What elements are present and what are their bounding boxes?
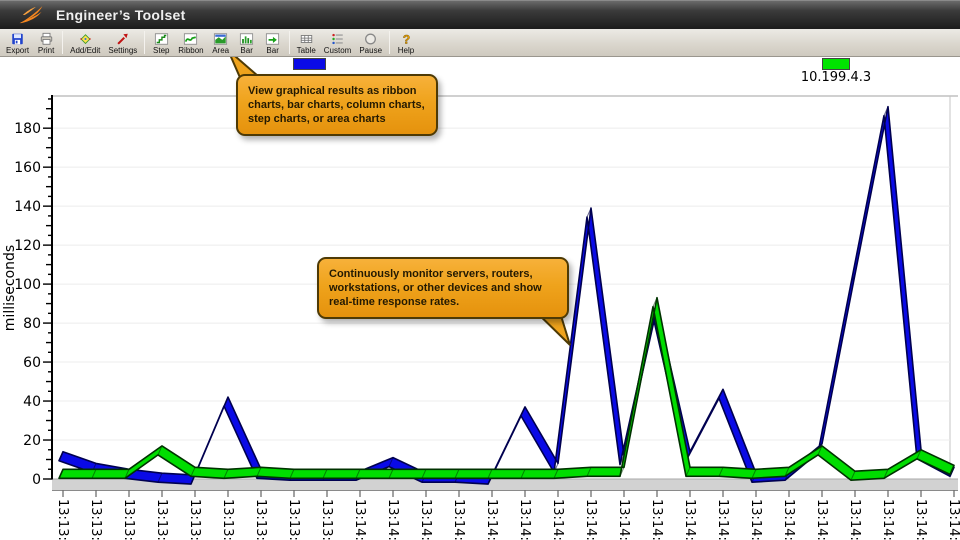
svg-text:40: 40 — [23, 394, 41, 410]
toolbar-button-bar[interactable]: Bar — [234, 29, 260, 56]
svg-text:13:14:24: 13:14:24 — [649, 499, 664, 540]
svg-text:13:14:34: 13:14:34 — [781, 499, 796, 540]
callout-text: View graphical results as ribbon charts,… — [248, 85, 425, 125]
addedit-icon — [78, 32, 93, 46]
svg-text:13:13:47: 13:13:47 — [154, 499, 169, 540]
toolbar-button-label: Ribbon — [178, 45, 204, 55]
svg-text:13:13:42: 13:13:42 — [88, 499, 103, 540]
x-axis: 13:13:39 13:13:42 13:13:44 13:13:47 13:13:49… — [55, 490, 960, 540]
svg-text:13:14:47: 13:14:47 — [946, 499, 960, 540]
toolbar-separator — [62, 31, 64, 54]
toolbar-button-label: Area — [212, 45, 230, 55]
svg-text:13:14:44: 13:14:44 — [913, 499, 928, 540]
svg-text:13:13:49: 13:13:49 — [187, 499, 202, 540]
custom-icon — [330, 32, 345, 46]
toolbar-button-label: Add/Edit — [70, 45, 101, 55]
toolbar-button-label: Step — [153, 45, 170, 55]
toolbar-button-addedit[interactable]: Add/Edit — [66, 29, 104, 56]
svg-text:13:13:54: 13:13:54 — [253, 499, 268, 540]
svg-text:60: 60 — [23, 355, 41, 371]
svg-text:13:14:14: 13:14:14 — [517, 499, 532, 540]
svg-text:13:14:32: 13:14:32 — [748, 499, 763, 540]
toolbar-button-label: Table — [296, 45, 316, 55]
toolbar-button-label: Export — [6, 45, 30, 55]
svg-text:140: 140 — [14, 199, 41, 215]
svg-text:13:14:29: 13:14:29 — [715, 499, 730, 540]
svg-text:120: 120 — [14, 238, 41, 254]
callout-text: Continuously monitor servers, routers, w… — [329, 268, 542, 308]
toolbar-separator — [144, 31, 146, 54]
svg-text:13:14:27: 13:14:27 — [682, 499, 697, 540]
svg-text:13:13:39: 13:13:39 — [55, 499, 70, 540]
svg-text:13:14:07: 13:14:07 — [418, 499, 433, 540]
callout-ribbon-tip: View graphical results as ribbon charts,… — [236, 74, 438, 136]
toolbar-button-label: Bar — [266, 45, 279, 55]
solarwinds-logo-icon — [19, 6, 43, 24]
table-icon — [299, 32, 314, 46]
toolbar-button-label: Bar — [240, 45, 253, 55]
toolbar-button-area[interactable]: Area — [208, 29, 234, 56]
svg-text:80: 80 — [23, 316, 41, 332]
y-axis-title: milliseconds — [2, 245, 18, 331]
toolbar-separator — [389, 31, 391, 54]
toolbar-button-step[interactable]: Step — [148, 29, 174, 56]
toolbar-button-settings[interactable]: Settings — [104, 29, 141, 56]
svg-text:13:14:12: 13:14:12 — [484, 499, 499, 540]
toolbar-button-label: Print — [37, 45, 55, 55]
print-icon — [39, 32, 54, 46]
svg-text:0: 0 — [32, 472, 41, 488]
toolbar-button-label: Help — [397, 45, 415, 55]
svg-text:13:14:19: 13:14:19 — [583, 499, 598, 540]
svg-text:13:13:52: 13:13:52 — [220, 499, 235, 540]
callout-monitor-tip: Continuously monitor servers, routers, w… — [317, 257, 569, 319]
y-axis: 0 20 40 60 80 100 120 140 160 180 milliseconds — [2, 95, 53, 488]
area-icon — [213, 32, 228, 46]
toolbar-button-table[interactable]: Table — [293, 29, 320, 56]
toolbar-button-label: Pause — [359, 45, 383, 55]
svg-text:13:14:39: 13:14:39 — [847, 499, 862, 540]
legend-label: 10.199.4.3 — [800, 70, 872, 85]
toolbar-button-bar2[interactable]: Bar — [260, 29, 286, 56]
toolbar-button-help[interactable]: ? Help — [393, 29, 419, 56]
ribbon-icon — [183, 32, 198, 46]
toolbar: Export Print Add/Edit Settings Step Ribbon Are… — [0, 29, 960, 57]
svg-text:13:14:04: 13:14:04 — [385, 499, 400, 540]
toolbar-button-export[interactable]: Export — [2, 29, 33, 56]
toolbar-button-label: Custom — [323, 45, 352, 55]
svg-text:13:14:37: 13:14:37 — [814, 499, 829, 540]
legend-swatch-blue — [293, 58, 326, 70]
toolbar-button-ribbon[interactable]: Ribbon — [174, 29, 207, 56]
bar-icon — [239, 32, 254, 46]
svg-text:13:14:42: 13:14:42 — [880, 499, 895, 540]
title-bar: Engineer’s Toolset — [0, 0, 960, 29]
svg-text:13:14:22: 13:14:22 — [616, 499, 631, 540]
svg-text:13:13:59: 13:13:59 — [319, 499, 334, 540]
toolbar-button-pause[interactable]: Pause — [355, 29, 386, 56]
svg-text:13:14:02: 13:14:02 — [352, 499, 367, 540]
toolbar-button-label: Settings — [108, 45, 138, 55]
toolbar-button-custom[interactable]: Custom — [320, 29, 356, 56]
step-icon — [154, 32, 169, 46]
svg-text:100: 100 — [14, 277, 41, 293]
bar2-icon — [265, 32, 280, 46]
pause-icon — [363, 32, 378, 46]
legend-swatch-green — [822, 58, 850, 70]
svg-text:?: ? — [402, 32, 409, 46]
svg-text:160: 160 — [14, 160, 41, 176]
svg-text:13:13:57: 13:13:57 — [286, 499, 301, 540]
export-icon — [10, 32, 25, 46]
window-title: Engineer’s Toolset — [56, 7, 186, 23]
settings-icon — [115, 32, 130, 46]
toolbar-button-print[interactable]: Print — [33, 29, 59, 56]
svg-text:13:14:17: 13:14:17 — [550, 499, 565, 540]
svg-text:13:13:44: 13:13:44 — [121, 499, 136, 540]
svg-text:180: 180 — [14, 121, 41, 137]
toolbar-separator — [288, 31, 290, 54]
svg-text:13:14:09: 13:14:09 — [451, 499, 466, 540]
svg-text:20: 20 — [23, 433, 41, 449]
help-icon: ? — [399, 32, 414, 46]
ribbon-series-1 — [58, 296, 955, 481]
